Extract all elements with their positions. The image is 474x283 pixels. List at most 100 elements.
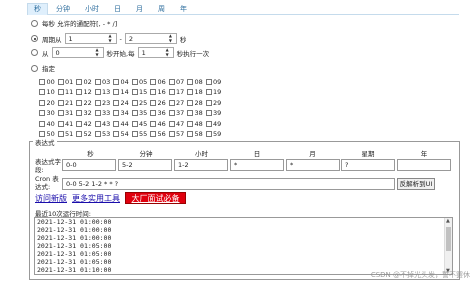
checkbox-box[interactable]: [57, 78, 64, 85]
second-checkbox[interactable]: 55: [131, 130, 151, 140]
second-checkbox[interactable]: 03: [94, 77, 114, 87]
checkbox-box[interactable]: [76, 120, 82, 127]
checkbox-box[interactable]: [39, 120, 45, 127]
checkbox-box[interactable]: [113, 120, 119, 127]
second-checkbox[interactable]: 11: [57, 88, 77, 98]
checkbox-box[interactable]: [113, 110, 119, 117]
checkbox-box[interactable]: [187, 99, 193, 106]
cycle-end-spinner[interactable]: 2 ▲ ▼: [124, 33, 177, 44]
checkbox-box[interactable]: [57, 120, 64, 127]
second-checkbox[interactable]: 23: [94, 98, 114, 108]
checkbox-box[interactable]: [205, 89, 212, 96]
day-field-input[interactable]: *: [230, 159, 284, 171]
tab-minute[interactable]: 分钟: [49, 3, 77, 15]
checkbox-box[interactable]: [150, 78, 156, 85]
cycle-start-spinner[interactable]: 1 ▲ ▼: [64, 33, 117, 44]
second-checkbox[interactable]: 32: [76, 109, 95, 119]
checkbox-box[interactable]: [39, 99, 45, 106]
checkbox-box[interactable]: [113, 99, 119, 106]
checkbox-box[interactable]: [131, 120, 138, 127]
checkbox-box[interactable]: [168, 89, 175, 96]
checkbox-box[interactable]: [39, 78, 45, 85]
checkbox-box[interactable]: [187, 110, 193, 117]
checkbox-box[interactable]: [76, 89, 82, 96]
second-checkbox[interactable]: 00: [39, 77, 58, 87]
minute-field-input[interactable]: 5-2: [118, 159, 172, 171]
checkbox-box[interactable]: [57, 110, 64, 117]
second-checkbox[interactable]: 34: [113, 109, 132, 119]
more-tools-link[interactable]: 更多实用工具: [72, 193, 120, 204]
second-checkbox[interactable]: 15: [131, 88, 151, 98]
checkbox-box[interactable]: [57, 99, 64, 106]
second-checkbox[interactable]: 52: [76, 130, 95, 140]
second-checkbox[interactable]: 14: [113, 88, 132, 98]
second-checkbox[interactable]: 35: [131, 109, 151, 119]
second-checkbox[interactable]: 53: [94, 130, 114, 140]
second-field-input[interactable]: 0-0: [62, 159, 116, 171]
tab-day[interactable]: 日: [107, 3, 128, 15]
second-checkbox[interactable]: 10: [39, 88, 58, 98]
second-checkbox[interactable]: 48: [187, 119, 206, 129]
second-checkbox[interactable]: 38: [187, 109, 206, 119]
radio-specify[interactable]: [31, 64, 38, 72]
spin-down-icon[interactable]: ▼: [166, 53, 172, 57]
checkbox-box[interactable]: [57, 131, 64, 138]
second-checkbox[interactable]: 16: [150, 88, 169, 98]
checkbox-box[interactable]: [205, 78, 212, 85]
second-checkbox[interactable]: 09: [205, 77, 225, 87]
hour-field-input[interactable]: 1-2: [174, 159, 228, 171]
checkbox-box[interactable]: [168, 110, 175, 117]
radio-every[interactable]: [31, 19, 38, 27]
second-checkbox[interactable]: 17: [168, 88, 188, 98]
radio-from[interactable]: [31, 49, 38, 56]
checkbox-box[interactable]: [187, 131, 193, 138]
interview-button[interactable]: 大厂面试必备: [125, 192, 186, 204]
second-checkbox[interactable]: 24: [113, 98, 132, 108]
checkbox-box[interactable]: [131, 131, 138, 138]
checkbox-box[interactable]: [131, 89, 138, 96]
checkbox-box[interactable]: [94, 120, 101, 127]
second-checkbox[interactable]: 13: [94, 88, 114, 98]
second-checkbox[interactable]: 04: [113, 77, 132, 87]
checkbox-box[interactable]: [131, 78, 138, 85]
second-checkbox[interactable]: 45: [131, 119, 151, 129]
checkbox-box[interactable]: [131, 99, 138, 106]
second-checkbox[interactable]: 22: [76, 98, 95, 108]
checkbox-box[interactable]: [150, 131, 156, 138]
checkbox-box[interactable]: [150, 99, 156, 106]
recent-runs-scrollbar[interactable]: ▲ ▼: [444, 218, 452, 274]
checkbox-box[interactable]: [168, 131, 175, 138]
parse-to-ui-button[interactable]: 反解析到UI: [397, 178, 435, 190]
checkbox-box[interactable]: [76, 78, 82, 85]
second-checkbox[interactable]: 28: [187, 98, 206, 108]
second-checkbox[interactable]: 02: [76, 77, 95, 87]
tab-year[interactable]: 年: [173, 3, 194, 15]
from-step-spinner[interactable]: 1 ▲ ▼: [137, 47, 174, 58]
checkbox-box[interactable]: [150, 120, 156, 127]
checkbox-box[interactable]: [150, 110, 156, 117]
second-checkbox[interactable]: 20: [39, 98, 58, 108]
checkbox-box[interactable]: [94, 99, 101, 106]
tab-week[interactable]: 周: [151, 3, 172, 15]
second-checkbox[interactable]: 49: [205, 119, 225, 129]
second-checkbox[interactable]: 19: [205, 88, 225, 98]
tab-second[interactable]: 秒: [27, 3, 48, 15]
spin-down-icon[interactable]: ▼: [169, 39, 175, 43]
second-checkbox[interactable]: 44: [113, 119, 132, 129]
second-checkbox[interactable]: 12: [76, 88, 95, 98]
weekday-field-input[interactable]: ?: [341, 159, 395, 171]
second-checkbox[interactable]: 31: [57, 109, 77, 119]
second-checkbox[interactable]: 39: [205, 109, 225, 119]
second-checkbox[interactable]: 41: [57, 119, 77, 129]
checkbox-box[interactable]: [205, 120, 212, 127]
cron-expression-input[interactable]: 0-0 5-2 1-2 * * ?: [62, 178, 395, 190]
checkbox-box[interactable]: [150, 89, 156, 96]
second-checkbox[interactable]: 29: [205, 98, 225, 108]
checkbox-box[interactable]: [168, 78, 175, 85]
checkbox-box[interactable]: [187, 120, 193, 127]
checkbox-box[interactable]: [94, 78, 101, 85]
checkbox-box[interactable]: [94, 89, 101, 96]
checkbox-box[interactable]: [168, 120, 175, 127]
second-checkbox[interactable]: 30: [39, 109, 58, 119]
year-field-input[interactable]: [397, 159, 451, 171]
